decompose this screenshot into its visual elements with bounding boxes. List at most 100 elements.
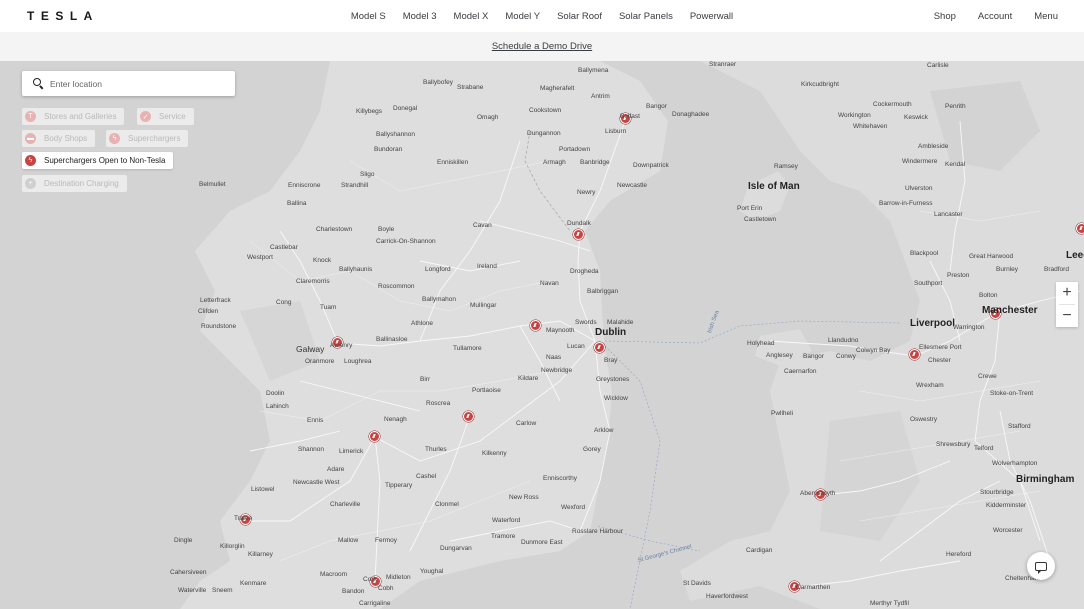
place-label: Lahinch [266, 403, 289, 410]
place-label: Dingle [174, 537, 193, 544]
nav-solar-panels[interactable]: Solar Panels [610, 11, 681, 22]
place-label: Bray [604, 357, 618, 364]
place-label: Kenmare [240, 580, 267, 587]
place-label: Lucan [567, 343, 585, 350]
place-label: Penrith [945, 103, 966, 110]
place-label: Cardigan [746, 547, 773, 554]
place-label: Adare [327, 466, 345, 473]
place-label: Ramsey [774, 163, 798, 170]
place-label: Charlestown [316, 226, 353, 233]
zoom-in-button[interactable]: + [1056, 282, 1078, 304]
place-label: Hereford [946, 551, 972, 558]
location-search-input[interactable] [50, 78, 220, 89]
place-label: Wrexham [916, 382, 944, 389]
nav-shop[interactable]: Shop [934, 11, 956, 22]
place-label: Bangor [646, 103, 667, 110]
tesla-logo[interactable]: TESLA [27, 9, 99, 23]
place-label: Haverfordwest [706, 593, 748, 600]
filter-superchargers[interactable]: ϟ Superchargers [106, 130, 189, 147]
place-label: Birr [420, 376, 431, 383]
place-label: Worcester [993, 527, 1023, 534]
place-label: Naas [546, 354, 562, 361]
place-label: Conwy [836, 353, 856, 360]
place-label: Banbridge [580, 159, 610, 166]
filter-superchargers-open-to-non-tesla[interactable]: ϟ Superchargers Open to Non-Tesla [22, 152, 174, 169]
place-label: Clifden [198, 308, 219, 315]
place-label: Galway [296, 344, 325, 354]
nav-powerwall[interactable]: Powerwall [681, 11, 741, 22]
filter-label: Service [159, 112, 186, 121]
location-search [22, 71, 235, 96]
place-label: Killorglin [220, 543, 245, 550]
filter-label: Superchargers [128, 134, 181, 143]
place-label: Newry [577, 189, 596, 196]
place-label: Stranraer [709, 61, 737, 68]
place-label: Oswestry [910, 416, 938, 423]
place-label: Great Harwood [969, 253, 1014, 260]
place-label: Tralee [234, 515, 253, 522]
place-label: Telford [974, 445, 994, 452]
supercharger-pin-dundalk[interactable] [573, 229, 584, 240]
place-label: Tipperary [385, 482, 413, 489]
place-label: Keswick [904, 114, 928, 121]
place-label: Ballyhaunis [339, 266, 373, 273]
place-label: Cork [363, 576, 377, 583]
zoom-out-button[interactable]: − [1056, 305, 1078, 327]
nav-model-3[interactable]: Model 3 [394, 11, 445, 22]
place-label: Ballymahon [422, 296, 456, 303]
place-label: Cockermouth [873, 101, 912, 108]
supercharger-pin-nenagh[interactable] [369, 431, 380, 442]
place-label: Magherafelt [540, 85, 575, 92]
place-label: Newcastle West [293, 479, 340, 486]
nav-model-x[interactable]: Model X [445, 11, 497, 22]
nav-solar-roof[interactable]: Solar Roof [549, 11, 611, 22]
supercharger-pin-portlaoise[interactable] [463, 411, 474, 422]
supercharger-pin-harrogate[interactable] [1076, 223, 1084, 234]
schedule-demo-drive-link[interactable]: Schedule a Demo Drive [492, 41, 592, 52]
place-label: Fermoy [375, 537, 398, 544]
place-label: Ballyshannon [376, 131, 416, 138]
place-label: Listowel [251, 486, 275, 493]
place-label: Claremorris [296, 278, 330, 285]
place-label: Tullamore [453, 345, 482, 352]
nav-account[interactable]: Account [978, 11, 1012, 22]
place-label: Limerick [339, 448, 364, 455]
supercharger-pin-dublin[interactable] [594, 342, 605, 353]
place-label: Bolton [979, 292, 998, 299]
place-label: Oranmore [305, 358, 335, 365]
place-label: Southport [914, 280, 943, 287]
place-label: Nenagh [384, 416, 407, 423]
nav-model-y[interactable]: Model Y [497, 11, 549, 22]
place-label: Portadown [559, 146, 591, 153]
place-label: Doolin [266, 390, 285, 397]
place-label: Burnley [996, 266, 1019, 273]
filter-stores-and-galleries[interactable]: T Stores and Galleries [22, 108, 125, 125]
place-label: Warrington [953, 324, 985, 331]
place-label: Westport [247, 254, 273, 261]
place-label: Thurles [425, 446, 447, 453]
filter-service[interactable]: ✓ Service [137, 108, 194, 125]
place-label: Lisburn [605, 128, 627, 135]
chat-button[interactable] [1027, 552, 1055, 580]
place-label: Ireland [477, 263, 497, 270]
top-nav: TESLA Model S Model 3 Model X Model Y So… [0, 0, 1084, 32]
place-label: Shannon [298, 446, 325, 453]
filter-body-shops[interactable]: ▬ Body Shops [22, 130, 96, 147]
zoom-control: + − [1056, 282, 1078, 327]
nav-model-s[interactable]: Model S [342, 11, 394, 22]
place-label: Sneem [212, 587, 233, 594]
place-label: Ulverston [905, 185, 933, 192]
filter-destination-charging[interactable]: + Destination Charging [22, 175, 127, 192]
place-label: Tuam [320, 304, 337, 311]
nav-menu[interactable]: Menu [1034, 11, 1058, 22]
place-label: Aberystwyth [800, 490, 836, 497]
place-label: Wexford [561, 504, 586, 511]
place-label: Ballina [287, 200, 307, 207]
place-label: Cobh [378, 585, 394, 592]
place-label: Swords [575, 319, 597, 326]
supercharger-pin-maynooth[interactable] [530, 320, 541, 331]
place-label: Stoke-on-Trent [990, 390, 1034, 397]
chat-bubble-icon [1035, 561, 1047, 574]
filter-label: Body Shops [44, 134, 88, 143]
destination-charging-icon: + [25, 178, 36, 189]
